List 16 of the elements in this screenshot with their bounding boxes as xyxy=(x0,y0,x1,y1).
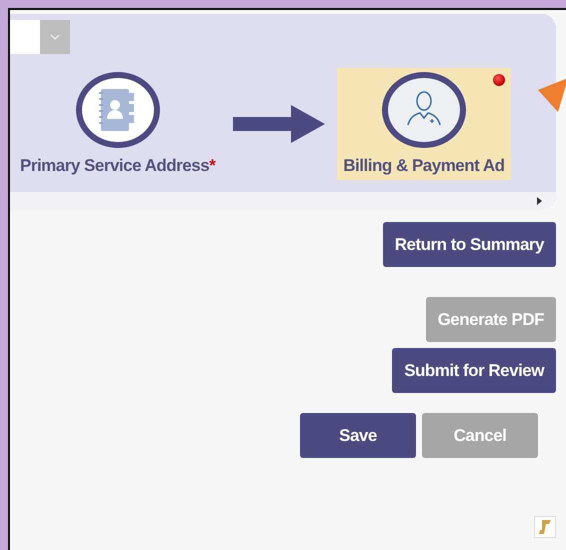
action-button[interactable]: Save xyxy=(300,413,416,458)
error-indicator-icon xyxy=(492,74,505,86)
scrollbar[interactable] xyxy=(10,192,556,210)
pointer-arrow-icon xyxy=(538,78,566,112)
chevron-down-icon xyxy=(50,34,60,40)
step-label: Primary Service Address* xyxy=(20,156,216,176)
select-field[interactable] xyxy=(10,20,40,54)
arrow-icon xyxy=(233,105,326,143)
dropdown-button[interactable] xyxy=(40,20,70,54)
step-tab[interactable]: Primary Service Address* xyxy=(14,68,222,180)
step-tab[interactable]: Billing & Payment Ad xyxy=(337,68,511,180)
scroll-icon[interactable] xyxy=(534,516,556,538)
step-label: Billing & Payment Ad xyxy=(343,156,505,176)
scroll-right-icon xyxy=(537,197,542,205)
action-button[interactable]: Submit for Review xyxy=(392,348,556,393)
action-button[interactable]: Return to Summary xyxy=(382,222,556,267)
